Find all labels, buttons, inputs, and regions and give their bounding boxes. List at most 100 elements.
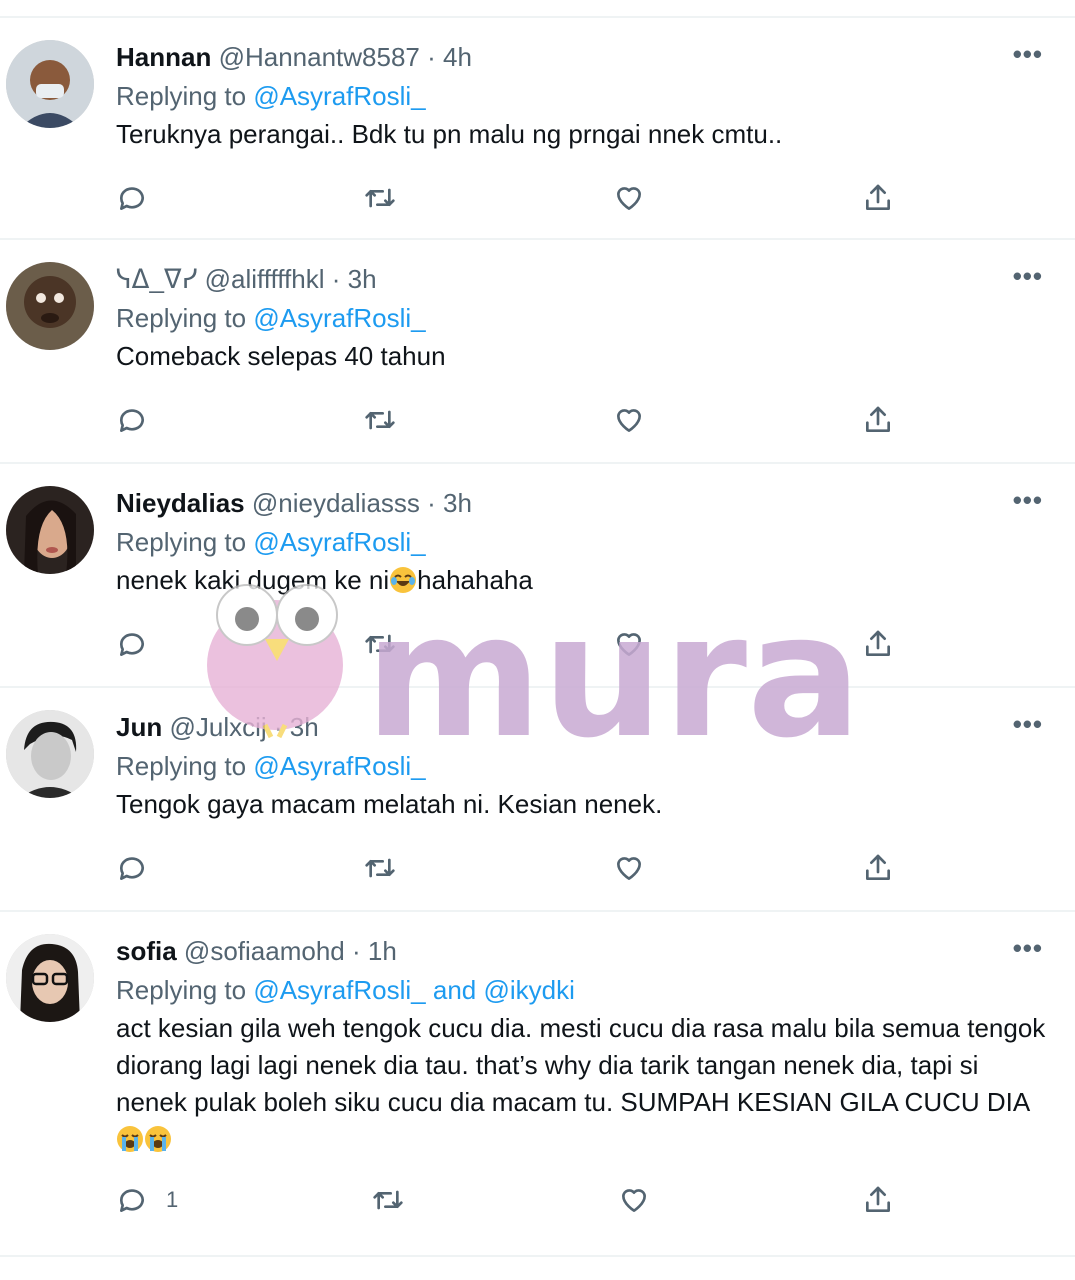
tweet-text-part: nenek kaki dugem ke ni: [116, 565, 390, 595]
timestamp[interactable]: 3h: [290, 712, 319, 742]
share-icon: [866, 406, 890, 432]
replying-and: and: [432, 975, 477, 1005]
reply-icon: [119, 633, 144, 656]
more-icon[interactable]: •••: [1013, 711, 1043, 737]
display-name[interactable]: Nieydalias: [116, 488, 245, 518]
like-icon: [622, 1189, 646, 1212]
share-button[interactable]: [862, 848, 894, 888]
more-icon[interactable]: •••: [1013, 935, 1043, 961]
share-button[interactable]: [862, 400, 894, 440]
like-button[interactable]: [613, 400, 645, 440]
retweet-icon: [365, 410, 395, 430]
mention-link[interactable]: @AsyrafRosli_: [253, 527, 425, 557]
reply-button[interactable]: [116, 178, 166, 218]
loudly-crying-face-emoji: [145, 1126, 171, 1152]
reply-icon: [119, 187, 144, 210]
display-name[interactable]: Hannan: [116, 42, 211, 72]
user-handle[interactable]: @alifffffhkl: [205, 264, 325, 294]
tweet-actions: 1: [116, 1180, 906, 1220]
like-icon: [617, 187, 641, 210]
avatar[interactable]: [6, 262, 94, 350]
like-button[interactable]: [613, 178, 645, 218]
mention-link[interactable]: @ikydki: [484, 975, 575, 1005]
like-button[interactable]: [613, 624, 645, 664]
mention-link[interactable]: @AsyrafRosli_: [253, 751, 425, 781]
reply-button[interactable]: [116, 400, 166, 440]
retweet-button[interactable]: [364, 400, 396, 440]
separator-dot: ·: [351, 936, 361, 966]
timestamp[interactable]: 3h: [348, 264, 377, 294]
avatar[interactable]: [6, 486, 94, 574]
tweet-text-part: hahahaha: [417, 565, 533, 595]
like-button[interactable]: [618, 1180, 650, 1220]
mention-link[interactable]: @AsyrafRosli_: [253, 975, 425, 1005]
share-button[interactable]: [862, 178, 894, 218]
user-handle[interactable]: @Hannantw8587: [219, 42, 420, 72]
reply-count: 1: [166, 1187, 179, 1212]
tweet-text: Tengok gaya macam melatah ni. Kesian nen…: [116, 789, 663, 819]
user-handle[interactable]: @nieydaliasss: [252, 488, 420, 518]
share-button[interactable]: [862, 1180, 894, 1220]
retweet-button[interactable]: [364, 624, 396, 664]
avatar[interactable]: [6, 40, 94, 128]
retweet-button[interactable]: [364, 848, 396, 888]
separator-dot: ·: [273, 712, 283, 742]
reply-button[interactable]: [116, 624, 166, 664]
replying-to: Replying to @AsyrafRosli_: [116, 524, 1055, 560]
tweet-text: Comeback selepas 40 tahun: [116, 341, 446, 371]
user-handle[interactable]: @sofiaamohd: [184, 936, 345, 966]
tweet-actions: [116, 178, 906, 218]
tweet-text: Teruknya perangai.. Bdk tu pn malu ng pr…: [116, 119, 783, 149]
share-button[interactable]: [862, 624, 894, 664]
tweet[interactable]: Hannan @Hannantw8587 · 4h Replying to @A…: [0, 16, 1075, 240]
reply-button[interactable]: 1: [116, 1180, 178, 1220]
share-icon: [866, 854, 890, 880]
more-icon[interactable]: •••: [1013, 263, 1043, 289]
tweet-text-body: act kesian gila weh tengok cucu dia. mes…: [116, 1013, 1046, 1117]
replying-to-label: Replying to: [116, 975, 247, 1005]
retweet-icon: [373, 1190, 403, 1210]
replying-to: Replying to @AsyrafRosli_: [116, 300, 1055, 336]
replying-to-label: Replying to: [116, 81, 247, 111]
more-icon[interactable]: •••: [1013, 41, 1043, 67]
reply-icon: [119, 857, 144, 880]
like-button[interactable]: [613, 848, 645, 888]
mention-link[interactable]: @AsyrafRosli_: [253, 303, 425, 333]
more-icon[interactable]: •••: [1013, 487, 1043, 513]
replying-to-label: Replying to: [116, 751, 247, 781]
timestamp[interactable]: 1h: [368, 936, 397, 966]
loudly-crying-face-emoji: [117, 1126, 143, 1152]
avatar[interactable]: [6, 934, 94, 1022]
share-icon: [866, 184, 890, 210]
retweet-icon: [365, 634, 395, 654]
retweet-button[interactable]: [372, 1180, 404, 1220]
tweet-text: nenek kaki dugem ke ni hahahaha: [116, 562, 1055, 599]
tweet[interactable]: ᓭᐃ_ᐁᓯ @alifffffhkl · 3h Replying to @Asy…: [0, 240, 1075, 464]
timestamp[interactable]: 3h: [443, 488, 472, 518]
tweet-text: act kesian gila weh tengok cucu dia. mes…: [116, 1010, 1051, 1158]
separator-dot: ·: [427, 42, 436, 72]
reply-icon: [119, 409, 144, 432]
tweet-actions: [116, 400, 906, 440]
replying-to: Replying to @AsyrafRosli_: [116, 748, 1055, 784]
tweet[interactable]: sofia @sofiaamohd · 1h Replying to @Asyr…: [0, 912, 1075, 1257]
reply-button[interactable]: [116, 848, 166, 888]
retweet-button[interactable]: [364, 178, 396, 218]
face-with-tears-of-joy-emoji: [390, 567, 417, 593]
replying-to-label: Replying to: [116, 303, 247, 333]
display-name-symbols[interactable]: ᓭᐃ_ᐁᓯ: [116, 264, 197, 294]
avatar[interactable]: [6, 710, 94, 798]
user-handle[interactable]: @Julxcij: [169, 712, 266, 742]
replying-to: Replying to @AsyrafRosli_: [116, 78, 1055, 114]
timestamp[interactable]: 4h: [443, 42, 472, 72]
display-name[interactable]: Jun: [116, 712, 162, 742]
mention-link[interactable]: @AsyrafRosli_: [253, 81, 425, 111]
share-icon: [866, 1186, 890, 1212]
replying-to: Replying to @AsyrafRosli_ and @ikydki: [116, 972, 1055, 1008]
tweet[interactable]: Nieydalias @nieydaliasss · 3h Replying t…: [0, 464, 1075, 688]
tweet-actions: [116, 848, 906, 888]
replying-to-label: Replying to: [116, 527, 247, 557]
share-icon: [866, 630, 890, 656]
tweet[interactable]: Jun @Julxcij · 3h Replying to @AsyrafRos…: [0, 688, 1075, 912]
display-name[interactable]: sofia: [116, 936, 177, 966]
